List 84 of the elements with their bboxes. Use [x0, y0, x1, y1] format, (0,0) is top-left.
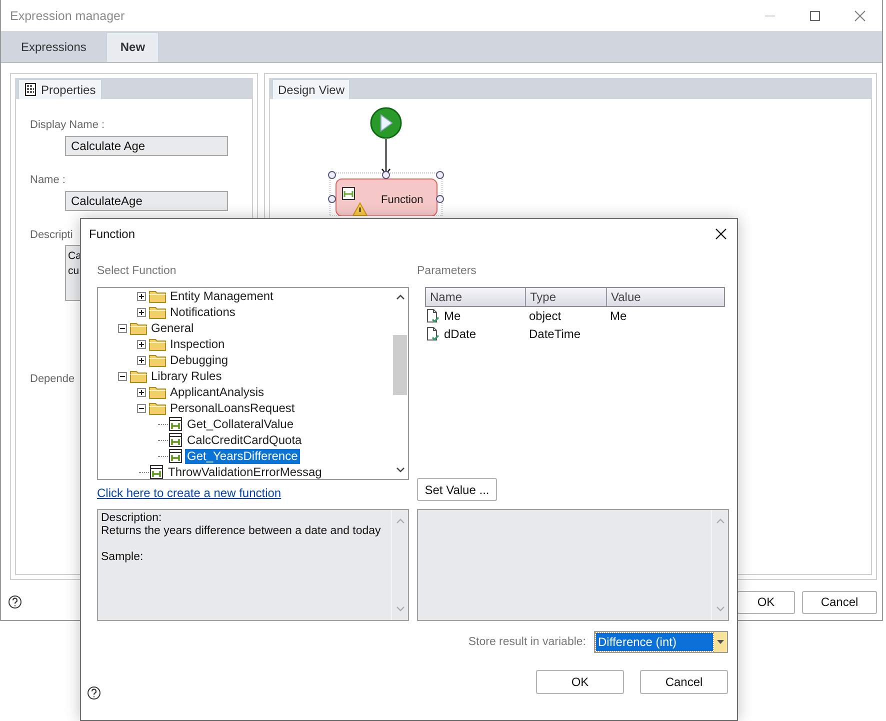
- tree-item[interactable]: PersonalLoansRequest: [168, 400, 297, 416]
- window-title: Expression manager: [10, 8, 125, 22]
- tree-item[interactable]: Notifications: [168, 304, 238, 320]
- table-cell: Me: [610, 309, 627, 323]
- field-label: Display Name :: [30, 119, 105, 131]
- ok-button[interactable]: OK: [737, 590, 795, 614]
- folder-icon: [149, 289, 166, 303]
- tab[interactable]: Expressions: [1, 32, 106, 62]
- scroll-up-icon[interactable]: [396, 294, 404, 300]
- tree-item[interactable]: Get_CollateralValue: [185, 416, 296, 432]
- tree-item[interactable]: CalcCreditCardQuota: [185, 432, 304, 448]
- description-heading: Description:: [101, 512, 163, 525]
- tree-item[interactable]: General: [149, 320, 196, 336]
- close-icon[interactable]: [715, 228, 727, 240]
- section-label: Parameters: [417, 265, 476, 277]
- tree-item[interactable]: ThrowValidationErrorMessag: [166, 464, 324, 479]
- column-header[interactable]: Type: [526, 288, 607, 306]
- sample-label: Sample:: [101, 551, 144, 564]
- store-label: Store result in variable:: [468, 636, 586, 648]
- function-icon: [168, 433, 183, 447]
- table-cell: DateTime: [529, 327, 581, 341]
- folder-icon: [149, 385, 166, 399]
- help-icon[interactable]: [87, 686, 101, 700]
- field-label: Name :: [30, 174, 66, 186]
- input-field[interactable]: Calculate Age: [65, 136, 228, 156]
- resize-handle[interactable]: [436, 171, 444, 179]
- panel-tab[interactable]: Properties: [18, 79, 102, 99]
- function-node[interactable]: [336, 178, 438, 216]
- function-icon: [342, 187, 355, 200]
- function-icon: [149, 465, 164, 479]
- cancel-button[interactable]: Cancel: [802, 590, 877, 614]
- description-text: Returns the years difference between a date and today: [101, 525, 382, 538]
- tree-item[interactable]: Debugging: [168, 352, 230, 368]
- collapse-icon[interactable]: [118, 324, 126, 332]
- collapse-icon[interactable]: [118, 372, 126, 380]
- ok-button[interactable]: OK: [536, 670, 624, 694]
- tree-item[interactable]: Inspection: [168, 336, 227, 352]
- variable-dropdown[interactable]: Difference (int): [594, 631, 728, 653]
- expand-icon[interactable]: [136, 356, 146, 364]
- folder-icon: [149, 337, 166, 351]
- scroll-thumb[interactable]: [393, 335, 407, 395]
- cancel-button[interactable]: Cancel: [640, 670, 728, 694]
- section-label: Select Function: [97, 265, 176, 277]
- table-cell: Me: [444, 309, 461, 323]
- expand-icon[interactable]: [136, 308, 146, 316]
- resize-handle[interactable]: [436, 195, 444, 203]
- function-icon: [168, 417, 183, 431]
- folder-icon: [149, 353, 166, 367]
- input-field[interactable]: CalculateAge: [65, 191, 228, 211]
- create-function-link[interactable]: Click here to create a new function: [97, 486, 282, 500]
- resize-handle[interactable]: [328, 171, 336, 179]
- set-value-button[interactable]: Set Value ...: [417, 478, 497, 501]
- field-label: Depende: [30, 373, 75, 385]
- column-header[interactable]: Value: [607, 288, 724, 306]
- expand-icon[interactable]: [136, 292, 146, 300]
- tree-item[interactable]: Library Rules: [149, 368, 224, 384]
- column-header[interactable]: Name: [426, 288, 526, 306]
- tree-item[interactable]: ApplicantAnalysis: [168, 384, 266, 400]
- collapse-icon[interactable]: [136, 404, 146, 412]
- scroll-down-icon[interactable]: [396, 467, 404, 473]
- resize-handle[interactable]: [382, 171, 390, 179]
- table-cell: object: [529, 309, 562, 323]
- field-label: Descripti: [30, 229, 73, 241]
- parameter-icon: [426, 327, 440, 341]
- table-cell: dDate: [444, 327, 476, 341]
- help-icon[interactable]: [8, 595, 22, 609]
- folder-icon: [149, 401, 166, 415]
- tree-item[interactable]: Entity Management: [168, 288, 276, 304]
- maximize-icon[interactable]: [809, 10, 821, 22]
- resize-handle[interactable]: [328, 195, 336, 203]
- start-icon[interactable]: [370, 107, 402, 139]
- folder-icon: [149, 305, 166, 319]
- dialog-title: Function: [89, 227, 136, 241]
- expand-icon[interactable]: [136, 388, 146, 396]
- function-icon: [168, 449, 183, 463]
- folder-icon: [130, 369, 147, 383]
- node-label: Function: [381, 194, 424, 206]
- tab[interactable]: New: [106, 32, 160, 62]
- properties-icon: [24, 83, 37, 96]
- expand-icon[interactable]: [136, 340, 146, 348]
- folder-icon: [130, 321, 147, 335]
- parameter-icon: [426, 309, 440, 323]
- tree-item[interactable]: Get_YearsDifference: [185, 448, 300, 464]
- panel-tab[interactable]: Design View: [272, 79, 350, 99]
